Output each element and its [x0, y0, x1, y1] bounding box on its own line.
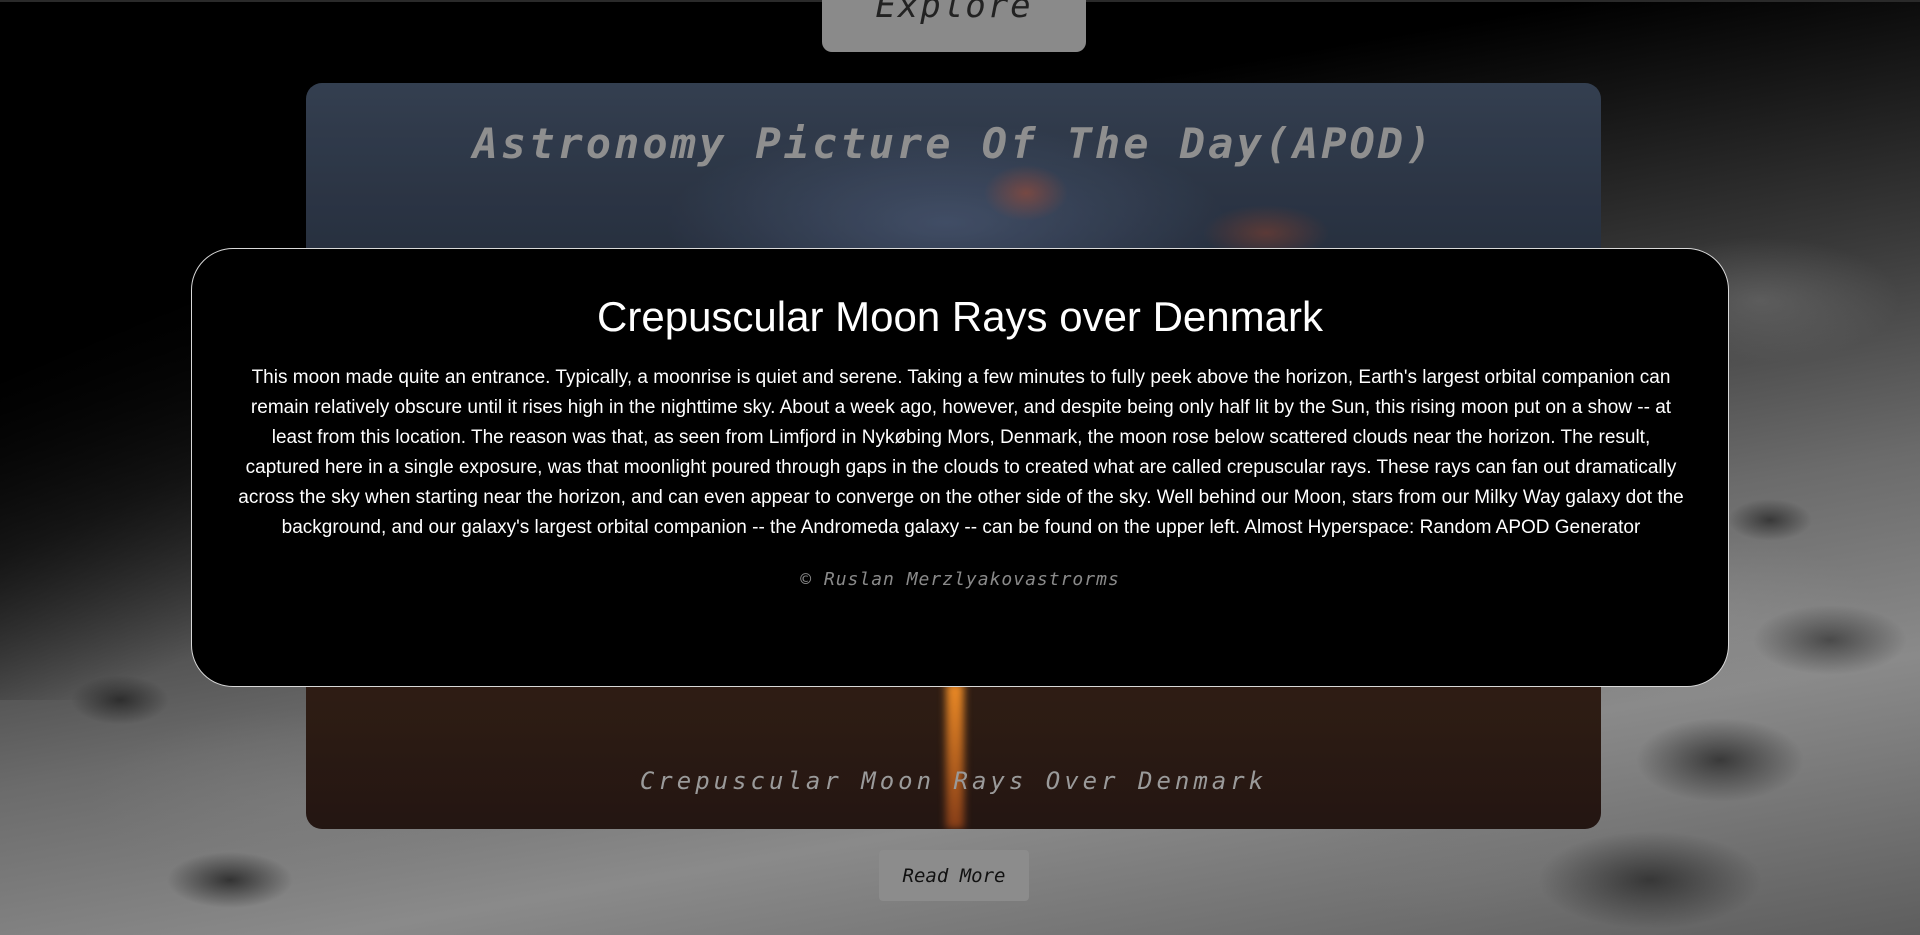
modal-credit: © Ruslan Merzlyakovastrorms: [800, 569, 1120, 590]
modal-title: Crepuscular Moon Rays over Denmark: [597, 293, 1323, 340]
modal-description: This moon made quite an entrance. Typica…: [238, 367, 1684, 538]
apod-caption: Crepuscular Moon Rays Over Denmark: [639, 767, 1268, 795]
explore-button[interactable]: Explore: [822, 0, 1086, 52]
read-more-button[interactable]: Read More: [879, 850, 1029, 901]
apod-detail-modal: Crepuscular Moon Rays over Denmark This …: [191, 248, 1729, 687]
apod-heading: Astronomy Picture Of The Day(APOD): [472, 119, 1435, 168]
